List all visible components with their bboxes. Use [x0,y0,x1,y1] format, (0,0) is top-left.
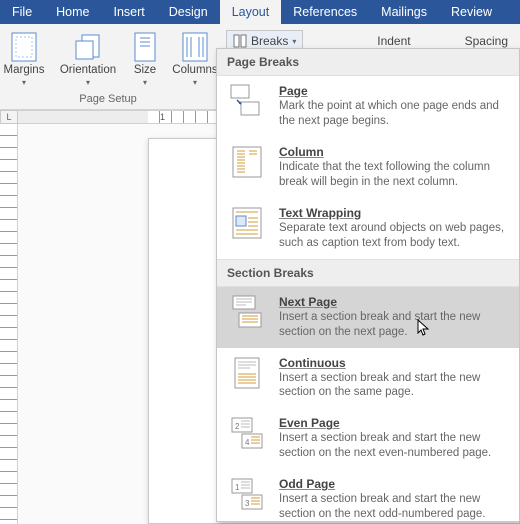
ruler-number: 1 [160,112,165,122]
menu-item-even-page[interactable]: 24 Even Page Insert a section break and … [217,408,519,469]
dropdown-header-section-breaks: Section Breaks [217,259,519,287]
menu-desc: Indicate that the text following the col… [279,160,509,190]
menu-desc: Insert a section break and start the new… [279,431,509,461]
ruler-vertical[interactable] [0,124,18,524]
column-break-icon [227,145,267,179]
margins-button[interactable]: Margins ▾ [0,28,51,87]
menu-item-column[interactable]: Column Indicate that the text following … [217,137,519,198]
margins-icon [11,30,37,64]
menu-title: Even Page [279,416,509,430]
tab-home[interactable]: Home [44,0,101,24]
size-button[interactable]: Size ▾ [125,28,165,87]
menu-title: Column [279,145,509,159]
menu-title: Text Wrapping [279,206,509,220]
margins-label: Margins [4,64,45,77]
even-page-icon: 24 [227,416,267,450]
breaks-icon [233,34,247,48]
text-wrapping-icon [227,206,267,240]
caret-icon: ▾ [193,78,197,87]
continuous-icon [227,356,267,390]
orientation-button[interactable]: Orientation ▾ [57,28,119,87]
odd-page-icon: 13 [227,477,267,511]
orientation-label: Orientation [60,64,116,77]
breaks-label: Breaks [251,34,288,48]
caret-icon: ▾ [292,37,296,46]
tab-design[interactable]: Design [157,0,220,24]
page-break-icon [227,84,267,118]
menu-title: Odd Page [279,477,509,491]
ruler-corner: L [0,110,18,124]
svg-text:3: 3 [245,499,250,508]
menu-title: Page [279,84,509,98]
tab-mailings[interactable]: Mailings [369,0,439,24]
columns-button[interactable]: Columns ▾ [171,28,219,87]
menu-title: Continuous [279,356,509,370]
menu-item-text-wrapping[interactable]: Text Wrapping Separate text around objec… [217,198,519,259]
tab-layout[interactable]: Layout [220,0,282,24]
tab-insert[interactable]: Insert [102,0,157,24]
breaks-dropdown: Page Breaks Page Mark the point at which… [216,48,520,522]
menu-item-continuous[interactable]: Continuous Insert a section break and st… [217,348,519,409]
columns-icon [182,30,208,64]
dropdown-header-page-breaks: Page Breaks [217,49,519,76]
caret-icon: ▾ [86,78,90,87]
tab-file[interactable]: File [0,0,44,24]
menu-desc: Mark the point at which one page ends an… [279,99,509,129]
tab-references[interactable]: References [281,0,369,24]
menu-desc: Insert a section break and start the new… [279,492,509,522]
menu-desc: Insert a section break and start the new… [279,371,509,401]
caret-icon: ▾ [22,78,26,87]
svg-text:4: 4 [245,438,250,447]
menu-title: Next Page [279,295,509,309]
caret-icon: ▾ [143,78,147,87]
menu-item-odd-page[interactable]: 13 Odd Page Insert a section break and s… [217,469,519,522]
menu-item-next-page[interactable]: Next Page Insert a section break and sta… [217,287,519,348]
orientation-icon [73,30,103,64]
menu-item-page[interactable]: Page Mark the point at which one page en… [217,76,519,137]
group-label-page-setup: Page Setup [4,93,212,107]
spacing-label: Spacing [465,34,508,48]
svg-text:1: 1 [235,483,240,492]
menu-desc: Separate text around objects on web page… [279,221,509,251]
size-icon [134,30,156,64]
svg-text:2: 2 [235,422,240,431]
tab-review[interactable]: Review [439,0,504,24]
columns-label: Columns [172,64,217,77]
indent-label: Indent [377,34,410,48]
size-label: Size [134,64,156,77]
next-page-icon [227,295,267,329]
tab-strip: File Home Insert Design Layout Reference… [0,0,520,24]
menu-desc: Insert a section break and start the new… [279,310,509,340]
